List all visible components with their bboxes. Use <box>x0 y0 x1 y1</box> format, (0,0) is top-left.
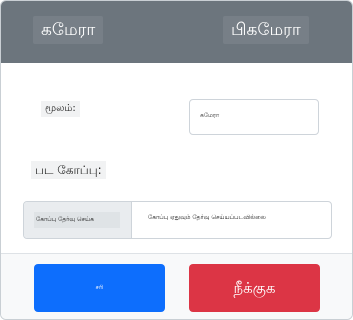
confirm-button[interactable]: சரி <box>34 264 165 312</box>
dialog-header: கமேரா பிகமேரா <box>1 1 352 63</box>
source-value: கமேரா <box>200 112 220 119</box>
choose-file-label: கோப்பு தேர்வு செய்க <box>34 212 120 228</box>
image-file-label: பட கோப்பு: <box>31 161 106 179</box>
choose-file-button[interactable]: கோப்பு தேர்வு செய்க <box>24 202 132 238</box>
tab-pcamera[interactable]: பிகமேரா <box>223 16 309 44</box>
camera-source-dialog: கமேரா பிகமேரா மூலம்: கமேரா பட கோப்பு: கோ… <box>0 0 353 320</box>
source-label: மூலம்: <box>41 101 80 117</box>
tab-camera[interactable]: கமேரா <box>33 16 104 44</box>
dialog-footer: சரி நீக்குக <box>1 253 352 319</box>
source-input[interactable]: கமேரா <box>189 99 319 135</box>
file-status-text: கோப்பு ஏதுவும் தேர்வு செய்யப்படவில்லை <box>148 214 266 221</box>
file-picker[interactable]: கோப்பு தேர்வு செய்க கோப்பு ஏதுவும் தேர்வ… <box>23 201 332 239</box>
cancel-button[interactable]: நீக்குக <box>189 264 320 312</box>
